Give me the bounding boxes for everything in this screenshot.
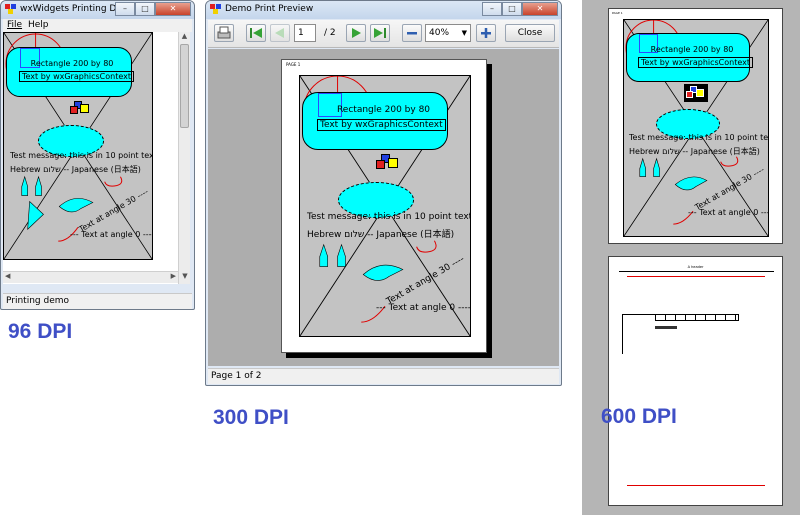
preview-canvas[interactable]: PAGE 1 Rectangle 200 by 80 Text by wxGra…: [208, 49, 559, 366]
preview-toolbar: 1 / 2 40% ▼ Close: [208, 20, 559, 48]
test-message-text: Test message: this is in 10 point text: [629, 133, 769, 142]
page-1-600dpi: PAGE 1 Rectangle 200 by 80 Text by wxGra…: [608, 8, 783, 244]
color-squares: [684, 84, 708, 102]
close-window-button[interactable]: ✕: [155, 2, 191, 16]
title-bar[interactable]: wxWidgets Printing Demo – □ ✕: [1, 1, 194, 19]
status-bar: Page 1 of 2: [208, 368, 559, 384]
printing-demo-window: wxWidgets Printing Demo – □ ✕ File Help: [0, 0, 195, 310]
color-squares: [70, 101, 92, 117]
preview-paper: PAGE 1 Rectangle 200 by 80 Text by wxGra…: [281, 59, 487, 353]
chevron-down-icon: ▼: [461, 29, 467, 37]
test-message-text: Test message: this is in 10 point text: [10, 151, 153, 160]
horizontal-scrollbar[interactable]: ◀ ▶: [3, 271, 178, 283]
footer-red-rule: [627, 485, 765, 486]
first-page-button[interactable]: [246, 24, 266, 42]
scroll-up-arrow[interactable]: ▲: [179, 32, 190, 44]
print-preview-window: Demo Print Preview – □ ✕ 1 / 2 40% ▼ Clo…: [205, 0, 562, 386]
title-bar[interactable]: Demo Print Preview – □ ✕: [206, 1, 561, 19]
status-bar: Printing demo: [3, 293, 192, 309]
graphics-context-label: Text by wxGraphicsContext: [19, 71, 135, 82]
zoom-in-button[interactable]: [476, 24, 496, 42]
dpi-600-label: 600 DPI: [601, 405, 677, 428]
hebrew-japanese-text: Hebrew שלום -- Japanese (日本語): [10, 165, 141, 174]
page-2-600dpi: A header: [608, 256, 783, 506]
last-page-icon: [374, 28, 386, 38]
caption-buttons: – □ ✕: [482, 2, 558, 16]
page-header: PAGE 1: [612, 11, 623, 15]
menu-file[interactable]: File: [7, 20, 22, 30]
last-page-button[interactable]: [370, 24, 390, 42]
printout-page: Rectangle 200 by 80 Text by wxGraphicsCo…: [3, 32, 153, 260]
zoom-in-icon: [481, 28, 491, 38]
header-red-rule: [627, 276, 765, 277]
maximize-button[interactable]: □: [135, 2, 155, 16]
table-left-border: [622, 314, 623, 354]
dpi-96-label: 96 DPI: [8, 320, 73, 343]
canvas-area[interactable]: Rectangle 200 by 80 Text by wxGraphicsCo…: [3, 32, 178, 284]
dpi-300-label: 300 DPI: [213, 406, 289, 429]
close-preview-button[interactable]: Close: [505, 24, 555, 42]
next-page-icon: [352, 28, 361, 38]
minimize-button[interactable]: –: [115, 2, 135, 16]
previous-page-button[interactable]: [270, 24, 290, 42]
page-total-label: / 2: [324, 28, 336, 38]
maximize-button[interactable]: □: [502, 2, 522, 16]
table-strip: [655, 314, 739, 321]
app-icon: [210, 4, 222, 15]
small-text-line: [655, 326, 677, 329]
hebrew-japanese-text: Hebrew שלום -- Japanese (日本語): [629, 147, 760, 156]
app-icon: [5, 4, 17, 15]
zoom-value: 40%: [429, 28, 450, 38]
table-top-line: [622, 314, 655, 315]
caption-buttons: – □ ✕: [115, 2, 191, 16]
angle-0-text: --- Text at angle 0 ----: [376, 303, 471, 313]
page-number-input[interactable]: 1: [294, 24, 316, 42]
menu-help[interactable]: Help: [28, 20, 49, 30]
next-page-button[interactable]: [346, 24, 366, 42]
test-message-text: Test message: this is in 10 point text: [307, 212, 471, 222]
first-page-icon: [250, 28, 262, 38]
hebrew-japanese-text: Hebrew שלום -- Japanese (日本語): [307, 230, 455, 240]
header-rule: [619, 271, 774, 272]
print-button[interactable]: [214, 24, 234, 42]
rectangle-label: Rectangle 200 by 80: [336, 105, 431, 115]
printout-page: Rectangle 200 by 80 Text by wxGraphicsCo…: [623, 19, 769, 237]
angle-0-text: --- Text at angle 0 ----: [70, 230, 153, 239]
zoom-out-button[interactable]: [402, 24, 422, 42]
scroll-left-arrow[interactable]: ◀: [5, 272, 10, 280]
page-header: PAGE 1: [286, 62, 301, 67]
previous-page-icon: [275, 28, 284, 38]
minimize-button[interactable]: –: [482, 2, 502, 16]
graphics-context-label: Text by wxGraphicsContext: [317, 119, 446, 131]
scroll-right-arrow[interactable]: ▶: [171, 272, 176, 280]
zoom-out-icon: [407, 32, 417, 35]
graphics-context-label: Text by wxGraphicsContext: [638, 57, 754, 68]
color-squares: [376, 154, 402, 172]
angle-0-text: --- Text at angle 0 ----: [688, 208, 769, 217]
close-window-button[interactable]: ✕: [522, 2, 558, 16]
page-2-header: A header: [687, 265, 704, 269]
scroll-thumb[interactable]: [180, 44, 189, 128]
menu-bar: File Help: [3, 19, 192, 32]
printout-page: Rectangle 200 by 80 Text by wxGraphicsCo…: [299, 75, 471, 337]
vertical-scrollbar[interactable]: ▲ ▼: [178, 32, 190, 284]
rectangle-label: Rectangle 200 by 80: [30, 59, 114, 68]
zoom-select[interactable]: 40% ▼: [425, 24, 471, 42]
rectangle-label: Rectangle 200 by 80: [650, 45, 734, 54]
scroll-down-arrow[interactable]: ▼: [179, 272, 191, 284]
window-title: Demo Print Preview: [225, 4, 314, 14]
printer-icon: [217, 26, 231, 39]
